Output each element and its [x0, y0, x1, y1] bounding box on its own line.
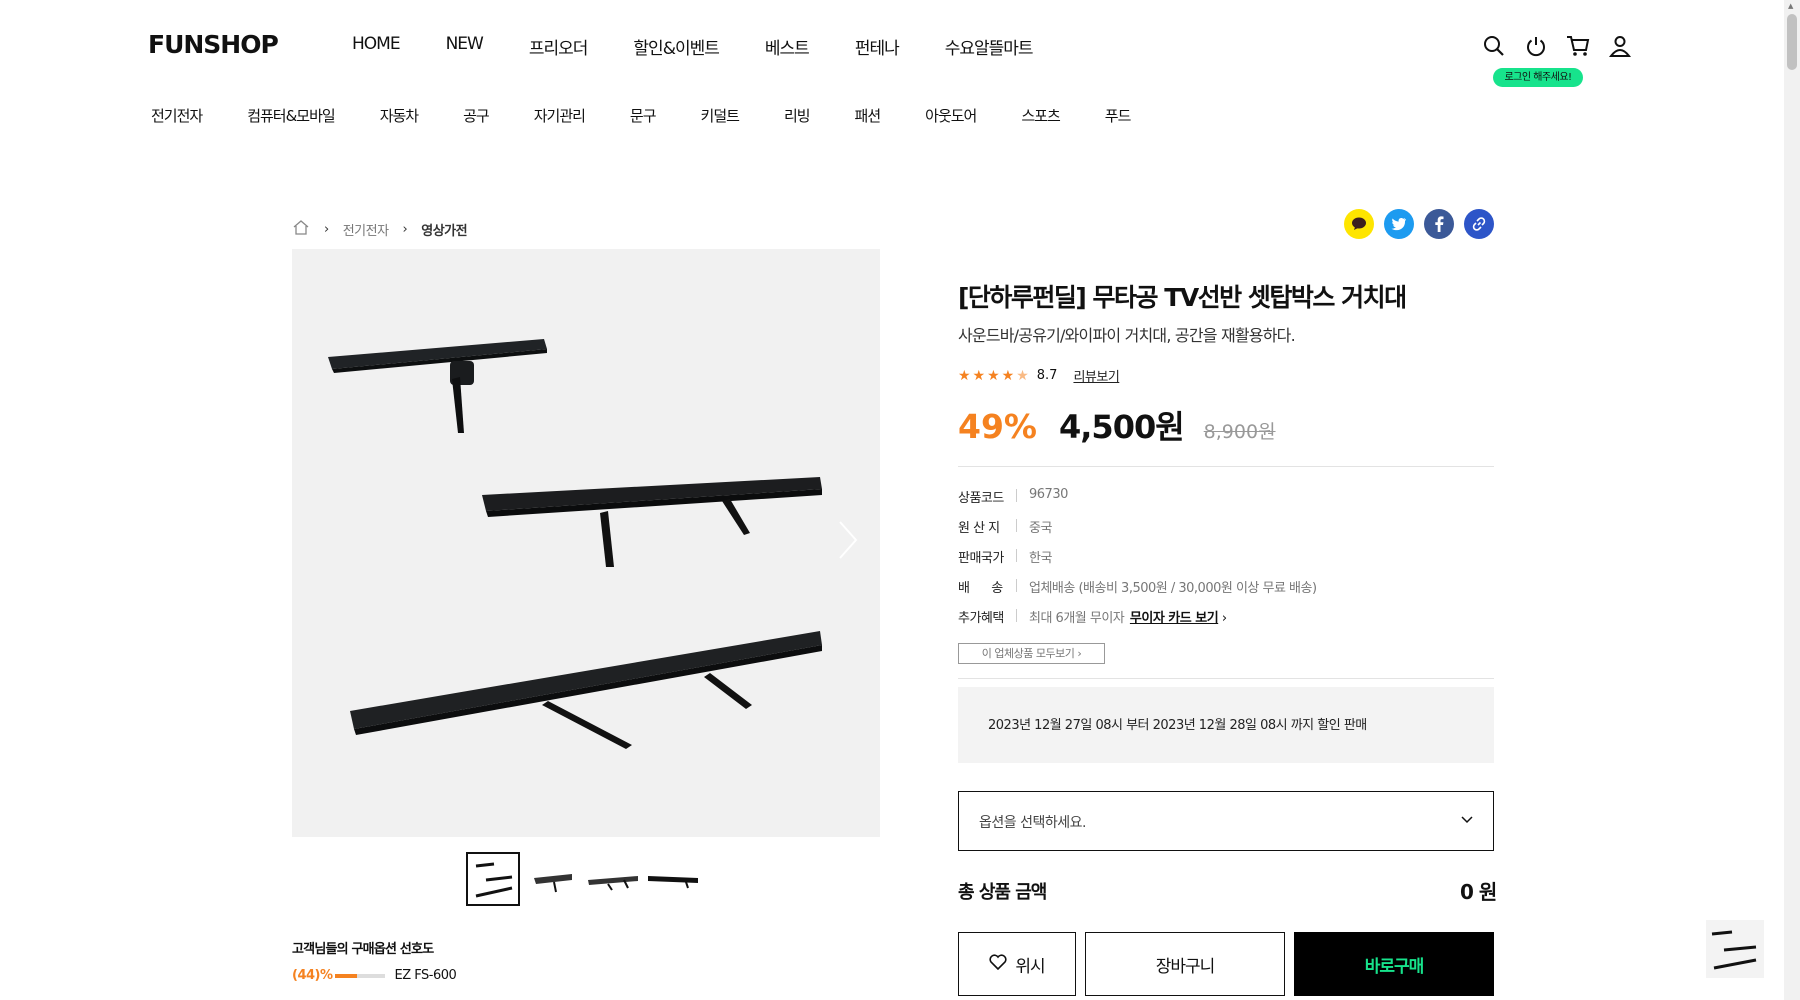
preference-bar-fill [334, 973, 357, 978]
buy-now-button[interactable]: 바로구매 [1294, 932, 1494, 996]
cart-icon[interactable] [1566, 34, 1590, 58]
chevron-right-icon: › [402, 221, 408, 237]
preference-percent: (44)% [292, 968, 333, 983]
product-spec-list: 상품코드 96730 원 산 지 중국 판매국가 한국 배 송 업체배송 (배송… [958, 487, 1317, 637]
thumbnail-2[interactable] [526, 852, 580, 906]
thumbnail-1[interactable] [466, 852, 520, 906]
product-main-image[interactable] [292, 249, 880, 837]
thumbnail-list [466, 852, 700, 906]
home-icon[interactable] [292, 219, 310, 239]
nav-sale-event[interactable]: 할인&이벤트 [633, 34, 719, 59]
spec-row-benefit: 추가혜택 최대 6개월 무이자 무이자 카드 보기 › [958, 607, 1317, 637]
user-icon[interactable] [1608, 34, 1632, 58]
rating: ★★★★★ 8.7 리뷰보기 [958, 366, 1120, 386]
option-select[interactable]: 옵션을 선택하세요. [958, 791, 1494, 851]
spec-row-origin: 원 산 지 중국 [958, 517, 1317, 547]
nav-wednesday-mart[interactable]: 수요알뜰마트 [945, 34, 1034, 59]
twitter-share-icon[interactable] [1384, 209, 1414, 239]
share-buttons [1344, 209, 1494, 239]
spec-value: 한국 [1029, 551, 1052, 566]
category-car[interactable]: 자동차 [380, 105, 419, 126]
facebook-share-icon[interactable] [1424, 209, 1454, 239]
interest-free-card-link[interactable]: 무이자 카드 보기 [1130, 611, 1219, 626]
original-price: 8,900원 [1203, 421, 1276, 443]
login-tooltip: 로그인 해주세요! [1493, 68, 1583, 87]
product-subtitle: 사운드바/공유기/와이파이 거치대, 공간을 재활용하다. [958, 326, 1296, 345]
divider [958, 678, 1494, 679]
scroll-up-icon[interactable]: ▲ [1788, 2, 1793, 10]
category-computer-mobile[interactable]: 컴퓨터&모바일 [247, 105, 335, 126]
price-row: 49% 4,500원 8,900원 [958, 402, 1276, 448]
brand-products-button[interactable]: 이 업체상품 모두보기 › [958, 643, 1105, 664]
heart-icon [989, 953, 1007, 975]
next-image-arrow[interactable] [838, 520, 858, 564]
header-icons [1482, 34, 1632, 58]
nav-new[interactable]: NEW [446, 34, 484, 59]
recent-viewed-product[interactable] [1706, 920, 1764, 978]
category-outdoor[interactable]: 아웃도어 [925, 105, 977, 126]
chevron-right-icon: › [324, 221, 329, 237]
rating-score: 8.7 [1036, 368, 1058, 383]
total-price-label: 총 상품 금액 [958, 882, 1047, 903]
product-title: [단하루펀딜] 무타공 TV선반 셋탑박스 거치대 [958, 283, 1407, 312]
category-stationery[interactable]: 문구 [630, 105, 657, 126]
category-living[interactable]: 리빙 [784, 105, 811, 126]
breadcrumb: › 전기전자 › 영상가전 [292, 219, 468, 239]
divider [958, 466, 1494, 467]
preference-option-name: EZ FS-600 [394, 968, 457, 983]
nav-funtenna[interactable]: 펀테나 [855, 34, 900, 59]
spec-key: 판매국가 [958, 551, 1004, 566]
spec-value: 중국 [1029, 521, 1052, 536]
category-nav: 전기전자 컴퓨터&모바일 자동차 공구 자기관리 문구 키덜트 리빙 패션 아웃… [151, 105, 1175, 126]
chevron-down-icon [1461, 812, 1473, 830]
nav-best[interactable]: 베스트 [765, 34, 810, 59]
spec-key: 배 송 [958, 581, 1003, 596]
main-nav: HOME NEW 프리오더 할인&이벤트 베스트 펀테나 수요알뜰마트 [352, 34, 1079, 59]
spec-key: 상품코드 [958, 491, 1004, 506]
nav-preorder[interactable]: 프리오더 [529, 34, 589, 59]
option-preference-row: (44)% EZ FS-600 [292, 968, 457, 983]
category-fashion[interactable]: 패션 [855, 105, 882, 126]
kakao-share-icon[interactable] [1344, 209, 1374, 239]
sale-period-box: 2023년 12월 27일 08시 부터 2023년 12월 28일 08시 까… [958, 687, 1494, 763]
power-icon[interactable] [1524, 34, 1548, 58]
search-icon[interactable] [1482, 34, 1506, 58]
logo[interactable]: FUNSHOP [148, 30, 279, 59]
breadcrumb-level1[interactable]: 전기전자 [343, 220, 389, 239]
option-preference-title: 고객님들의 구매옵션 선호도 [292, 942, 434, 957]
spec-key: 원 산 지 [958, 521, 1000, 536]
category-food[interactable]: 푸드 [1105, 105, 1132, 126]
scrollbar-thumb[interactable] [1787, 14, 1797, 70]
spec-row-code: 상품코드 96730 [958, 487, 1317, 517]
spec-row-country: 판매국가 한국 [958, 547, 1317, 577]
breadcrumb-current[interactable]: 영상가전 [421, 220, 467, 239]
nav-home[interactable]: HOME [352, 34, 401, 59]
category-self-care[interactable]: 자기관리 [534, 105, 586, 126]
category-sports[interactable]: 스포츠 [1021, 105, 1060, 126]
wish-button[interactable]: 위시 [958, 932, 1076, 996]
link-copy-icon[interactable] [1464, 209, 1494, 239]
review-link[interactable]: 리뷰보기 [1073, 366, 1119, 385]
thumbnail-3[interactable] [586, 852, 640, 906]
star-rating-icon: ★★★★★ [958, 367, 1031, 384]
option-select-placeholder: 옵션을 선택하세요. [979, 815, 1086, 831]
add-to-cart-button[interactable]: 장바구니 [1085, 932, 1285, 996]
sale-price: 4,500원 [1059, 408, 1185, 446]
spec-value: 96730 [1029, 487, 1068, 502]
total-price-value: 0 원 [1460, 880, 1497, 904]
wish-label: 위시 [1015, 956, 1045, 977]
spec-key: 추가혜택 [958, 611, 1004, 626]
thumbnail-4[interactable] [646, 852, 700, 906]
category-tools[interactable]: 공구 [463, 105, 490, 126]
scrollbar[interactable] [1784, 0, 1800, 1000]
spec-value: 최대 6개월 무이자 [1029, 611, 1125, 626]
category-electronics[interactable]: 전기전자 [151, 105, 203, 126]
category-kidult[interactable]: 키덜트 [701, 105, 740, 126]
preference-bar [334, 973, 385, 978]
discount-rate: 49% [958, 407, 1037, 446]
spec-value: 업체배송 (배송비 3,500원 / 30,000원 이상 무료 배송) [1029, 581, 1317, 596]
spec-row-delivery: 배 송 업체배송 (배송비 3,500원 / 30,000원 이상 무료 배송) [958, 577, 1317, 607]
